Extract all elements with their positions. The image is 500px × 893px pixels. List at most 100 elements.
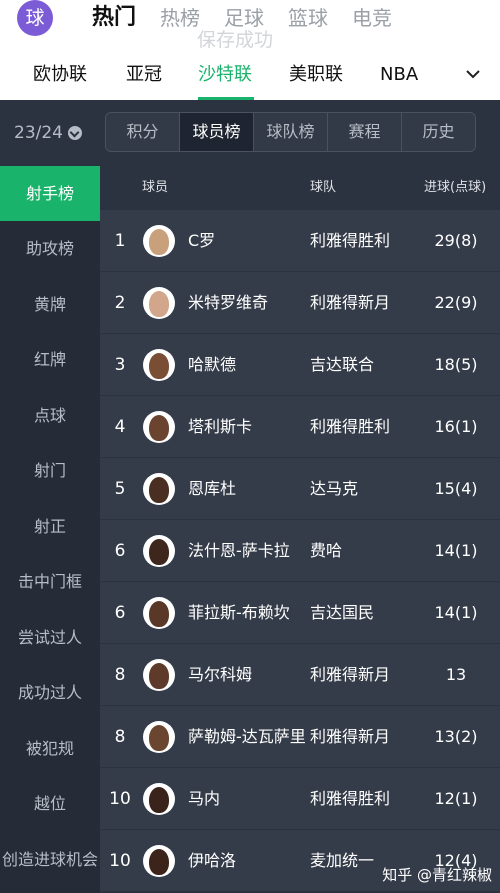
player-face — [149, 725, 169, 751]
table-row[interactable]: 6 菲拉斯-布赖坎 吉达国民 14(1) — [100, 582, 500, 644]
subtab-team-rankings[interactable]: 球队榜 — [254, 113, 328, 151]
player-face — [149, 601, 169, 627]
rank: 6 — [114, 603, 126, 623]
app-logo[interactable]: 球 — [17, 0, 53, 36]
menu-offsides[interactable]: 越位 — [0, 776, 100, 831]
watermark: 知乎 @青红辣椒 — [382, 866, 492, 884]
subtab-history[interactable]: 历史 — [402, 113, 475, 151]
rank: 6 — [114, 541, 126, 561]
tab-hot[interactable]: 热门 — [92, 4, 136, 34]
table-row[interactable]: 2 米特罗维奇 利雅得新月 22(9) — [100, 272, 500, 334]
top-header: 球 热门 热榜 足球 篮球 电竞 保存成功 欧协联 亚冠 沙特联 美职联 NBA — [0, 0, 500, 100]
menu-dribbles-completed[interactable]: 成功过人 — [0, 665, 100, 720]
goals-value: 22(9) — [434, 293, 478, 312]
rank: 5 — [114, 479, 126, 499]
goals-value: 12(1) — [434, 789, 478, 808]
menu-yellow-cards[interactable]: 黄牌 — [0, 277, 100, 332]
player-face — [149, 353, 169, 379]
player-face — [149, 787, 169, 813]
player-avatar — [143, 411, 175, 443]
rank: 4 — [114, 417, 126, 437]
league-tabs: 欧协联 亚冠 沙特联 美职联 NBA — [0, 57, 500, 100]
menu-penalties[interactable]: 点球 — [0, 388, 100, 443]
team-name: 吉达联合 — [310, 355, 375, 374]
tab-esports[interactable]: 电竞 — [352, 4, 392, 34]
player-name: 萨勒姆-达瓦萨里 — [188, 727, 306, 746]
rank: 2 — [114, 293, 126, 313]
player-name: 菲拉斯-布赖坎 — [188, 603, 290, 622]
player-name: 米特罗维奇 — [188, 293, 269, 312]
goals-value: 18(5) — [434, 355, 478, 374]
league-tab-mls[interactable]: 美职联 — [289, 63, 343, 87]
table-header: 球员 球队 进球(点球) — [100, 166, 500, 210]
menu-fouled[interactable]: 被犯规 — [0, 721, 100, 776]
table-row[interactable]: 1 C罗 利雅得胜利 29(8) — [100, 210, 500, 272]
player-name: 塔利斯卡 — [188, 417, 253, 436]
player-avatar — [143, 845, 175, 877]
rank: 8 — [114, 727, 126, 747]
league-tab-afc-cl[interactable]: 亚冠 — [126, 63, 162, 87]
player-name: 马尔科姆 — [188, 665, 253, 684]
menu-hit-woodwork[interactable]: 击中门框 — [0, 554, 100, 609]
team-name: 吉达国民 — [310, 603, 375, 622]
menu-chances-created[interactable]: 创造进球机会 — [0, 832, 100, 887]
player-name: 伊哈洛 — [188, 851, 237, 870]
menu-top-scorers[interactable]: 射手榜 — [0, 166, 100, 221]
player-face — [149, 415, 169, 441]
table-row[interactable]: 8 萨勒姆-达瓦萨里 利雅得新月 13(2) — [100, 706, 500, 768]
season-selector[interactable]: 23/24 — [14, 121, 82, 145]
dropdown-icon — [68, 126, 82, 140]
team-name: 利雅得新月 — [310, 727, 391, 746]
player-avatar — [143, 535, 175, 567]
team-name: 麦加统一 — [310, 851, 375, 870]
team-name: 利雅得胜利 — [310, 417, 391, 436]
menu-red-cards[interactable]: 红牌 — [0, 332, 100, 387]
rank: 3 — [114, 355, 126, 375]
goals-value: 14(1) — [434, 541, 478, 560]
table-row[interactable]: 8 马尔科姆 利雅得新月 13 — [100, 644, 500, 706]
player-face — [149, 539, 169, 565]
league-tab-saudi-pro[interactable]: 沙特联 — [198, 63, 252, 87]
player-avatar — [143, 473, 175, 505]
player-avatar — [143, 597, 175, 629]
player-name: C罗 — [188, 231, 216, 250]
team-name: 利雅得胜利 — [310, 789, 391, 808]
player-face — [149, 229, 169, 255]
goals-value: 13 — [445, 665, 467, 684]
stat-category-menu: 射手榜 助攻榜 黄牌 红牌 点球 射门 射正 击中门框 尝试过人 成功过人 被犯… — [0, 166, 100, 893]
table-row[interactable]: 5 恩库杜 达马克 15(4) — [100, 458, 500, 520]
column-header-goals: 进球(点球) — [424, 180, 487, 195]
active-league-indicator — [198, 97, 254, 100]
rank: 8 — [114, 665, 126, 685]
table-row[interactable]: 3 哈默德 吉达联合 18(5) — [100, 334, 500, 396]
league-tab-uecl[interactable]: 欧协联 — [33, 63, 87, 87]
player-avatar — [143, 287, 175, 319]
team-name: 达马克 — [310, 479, 359, 498]
goals-value: 29(8) — [434, 231, 478, 250]
table-row[interactable]: 6 法什恩-萨卡拉 费哈 14(1) — [100, 520, 500, 582]
goals-value: 16(1) — [434, 417, 478, 436]
player-name: 法什恩-萨卡拉 — [188, 541, 290, 560]
table-row[interactable]: 4 塔利斯卡 利雅得胜利 16(1) — [100, 396, 500, 458]
player-face — [149, 291, 169, 317]
player-face — [149, 477, 169, 503]
player-avatar — [143, 349, 175, 381]
stats-subtabs: 积分 球员榜 球队榜 赛程 历史 — [105, 112, 476, 152]
subtab-player-rankings[interactable]: 球员榜 — [180, 113, 254, 151]
menu-dribbles-attempted[interactable]: 尝试过人 — [0, 610, 100, 665]
player-avatar — [143, 783, 175, 815]
rank: 10 — [109, 789, 131, 809]
menu-shots-on-target[interactable]: 射正 — [0, 499, 100, 554]
rank: 1 — [114, 231, 126, 251]
rank: 10 — [109, 851, 131, 871]
menu-shots[interactable]: 射门 — [0, 443, 100, 498]
team-name: 利雅得胜利 — [310, 231, 391, 250]
chevron-down-icon[interactable] — [466, 67, 480, 81]
player-avatar — [143, 721, 175, 753]
menu-assists[interactable]: 助攻榜 — [0, 221, 100, 276]
league-tab-nba[interactable]: NBA — [380, 63, 418, 87]
subtab-standings[interactable]: 积分 — [106, 113, 180, 151]
table-row[interactable]: 10 马内 利雅得胜利 12(1) — [100, 768, 500, 830]
subtab-schedule[interactable]: 赛程 — [328, 113, 402, 151]
player-avatar — [143, 659, 175, 691]
